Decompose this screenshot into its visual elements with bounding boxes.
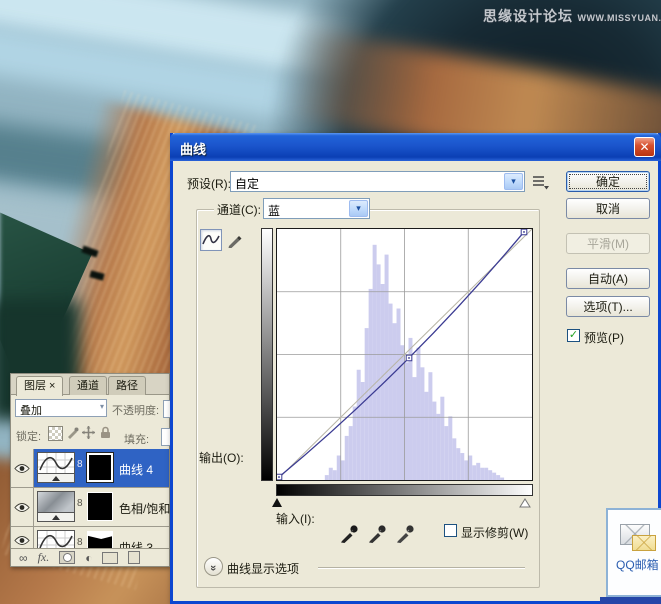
white-point-eyedropper-icon[interactable] (396, 521, 416, 543)
watermark-site-url: WWW.MISSYUAN.COM (577, 13, 661, 23)
lock-paint-icon[interactable] (66, 426, 79, 439)
input-gradient-bar (276, 484, 533, 496)
chevron-down-icon: ▾ (504, 173, 523, 190)
preset-value: 自定 (235, 175, 259, 192)
cancel-button[interactable]: 取消 (566, 198, 650, 219)
visibility-cell[interactable] (11, 488, 34, 526)
output-gradient-bar (261, 228, 273, 481)
curves-graph[interactable] (276, 228, 533, 481)
adjustment-slider-strip (38, 473, 74, 482)
new-adjustment-layer-icon[interactable]: ◐ (85, 551, 92, 565)
eye-icon[interactable] (14, 463, 30, 474)
hue-saturation-thumbnail[interactable] (37, 491, 75, 522)
white-point-slider[interactable] (519, 498, 531, 508)
curves-graph-svg (277, 229, 532, 480)
input-label: 输入(I): (276, 510, 315, 527)
tab-channels[interactable]: 通道 (69, 376, 107, 395)
hue-sat-thumb-icon (38, 492, 74, 513)
mask-link-icon[interactable]: 8 (77, 498, 83, 509)
close-button[interactable]: ✕ (634, 137, 655, 157)
show-clipping-label: 显示修剪(W) (461, 524, 528, 541)
screenshot-root: 思缘设计论坛 WWW.MISSYUAN.COM 图层 × 通道 路径 叠加 ▾ … (0, 0, 661, 604)
chevron-down-icon: ▾ (100, 402, 104, 411)
eye-icon[interactable] (14, 502, 30, 513)
preview-checkbox[interactable]: ✓ (567, 329, 580, 342)
double-chevron-icon: » (209, 564, 219, 568)
layer-row-hue-saturation[interactable]: 8 色相/饱和度 (11, 488, 169, 527)
lock-position-icon[interactable] (82, 426, 95, 439)
layers-panel: 图层 × 通道 路径 叠加 ▾ 不透明度: 锁定: 填充: (10, 373, 170, 567)
layers-panel-tabbar: 图层 × 通道 路径 (11, 374, 169, 395)
layer-style-icon[interactable]: fx. (38, 550, 50, 565)
photo-cat-ear (0, 192, 128, 397)
add-mask-circle (63, 553, 72, 562)
preview-label: 预览(P) (584, 329, 624, 346)
options-button[interactable]: 选项(T)... (566, 296, 650, 317)
dialog-titlebar[interactable]: 曲线 ✕ (170, 133, 661, 161)
layers-footer: ∞ fx. ◐ (11, 548, 169, 566)
output-label: 输出(O): (199, 449, 244, 466)
eye-icon[interactable] (14, 535, 30, 546)
adjustment-slider-strip (38, 512, 74, 521)
layer-name[interactable]: 曲线 4 (119, 461, 153, 478)
blend-mode-select[interactable]: 叠加 ▾ (15, 399, 107, 417)
divider (318, 567, 525, 568)
new-group-icon[interactable] (102, 552, 118, 564)
channel-value: 蓝 (268, 202, 280, 219)
new-layer-icon[interactable] (128, 551, 140, 564)
qq-mail-label[interactable]: QQ邮箱 (616, 556, 659, 573)
fill-label: 填充: (124, 431, 149, 447)
watermark: 思缘设计论坛 WWW.MISSYUAN.COM (483, 6, 661, 26)
preset-label: 预设(R): (187, 175, 231, 192)
ok-button[interactable]: 确定 (566, 171, 650, 192)
edit-points-tool-button[interactable] (200, 229, 222, 251)
dialog-body: 预设(R): 自定 ▾ 确定 取消 平滑(M) 自动(A) 选项(T)... ✓… (170, 161, 661, 604)
photo-ear-mark (81, 245, 98, 257)
photo-blind-stripe (0, 0, 501, 105)
add-mask-icon[interactable] (59, 551, 75, 564)
curves-dialog: 曲线 ✕ 预设(R): 自定 ▾ 确定 取消 平滑(M) 自动(A) 选项(T)… (170, 133, 661, 604)
chevron-down-icon: ▾ (349, 200, 368, 217)
display-options-label: 曲线显示选项 (227, 560, 299, 577)
draw-curve-tool-button[interactable] (224, 229, 246, 251)
channel-label: 通道(C): (214, 201, 264, 218)
new-mail-envelope-icon (632, 535, 656, 551)
dialog-title: 曲线 (180, 139, 206, 158)
show-clipping-checkbox[interactable] (444, 524, 457, 537)
tab-paths[interactable]: 路径 (108, 376, 146, 395)
opacity-label: 不透明度: (112, 402, 159, 418)
mask-link-icon[interactable]: 8 (77, 459, 83, 470)
layer-mask-thumbnail[interactable] (87, 453, 113, 482)
curves-adjustment-thumbnail[interactable] (37, 452, 75, 483)
pencil-icon (227, 232, 243, 248)
mask-white-area (88, 532, 112, 539)
watermark-site-name: 思缘设计论坛 (483, 8, 573, 24)
auto-button[interactable]: 自动(A) (566, 268, 650, 289)
photo-ear-mark (89, 270, 104, 280)
mask-link-icon[interactable]: 8 (77, 537, 83, 548)
tab-layers[interactable]: 图层 × (16, 376, 63, 396)
link-layers-icon[interactable]: ∞ (19, 551, 28, 565)
blend-mode-value: 叠加 (20, 402, 42, 418)
curves-thumb-icon (38, 453, 74, 474)
layer-mask-thumbnail[interactable] (87, 492, 113, 521)
smooth-button: 平滑(M) (566, 233, 650, 254)
gray-point-eyedropper-icon[interactable] (368, 521, 388, 543)
close-icon: ✕ (639, 140, 649, 154)
black-point-slider[interactable] (272, 498, 282, 507)
qq-mail-popup[interactable]: QQ邮箱 (606, 508, 661, 597)
lock-transparency-icon[interactable] (48, 426, 63, 441)
layer-row-curves-4[interactable]: 8 曲线 4 (11, 449, 169, 488)
preset-options-icon[interactable] (532, 174, 550, 190)
lock-label: 锁定: (16, 428, 41, 444)
lock-all-icon[interactable] (99, 426, 112, 439)
preset-select[interactable]: 自定 ▾ (230, 171, 525, 192)
channel-select[interactable]: 蓝 ▾ (263, 198, 370, 219)
visibility-cell[interactable] (11, 449, 34, 487)
check-icon: ✓ (569, 329, 578, 341)
taskbar-edge (600, 597, 661, 604)
curve-tool-icon (202, 234, 220, 246)
display-options-expander[interactable]: » (204, 557, 223, 576)
black-point-eyedropper-icon[interactable] (340, 521, 360, 543)
